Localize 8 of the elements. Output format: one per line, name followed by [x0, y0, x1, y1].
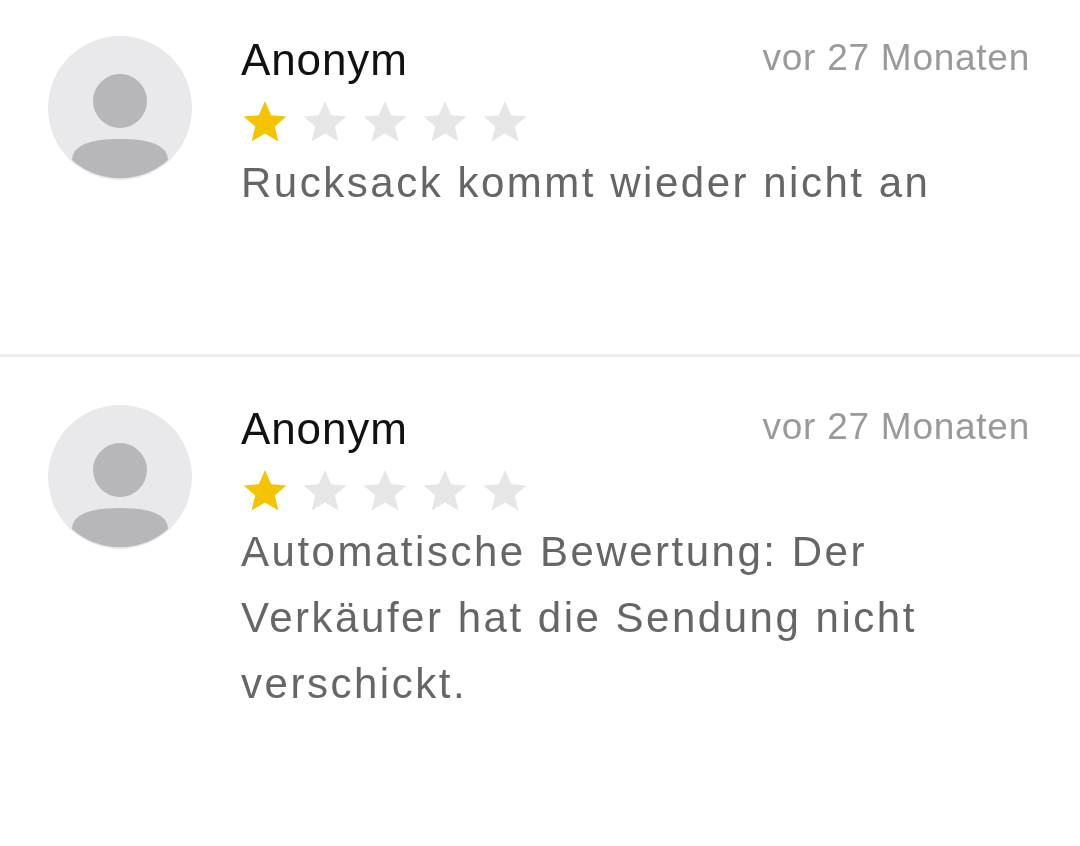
review-date: vor 27 Monaten — [762, 36, 1030, 80]
review-text: Rucksack kommt wieder nicht an — [241, 158, 932, 209]
author-name: Anonym — [241, 36, 408, 85]
avatar-icon — [48, 36, 192, 180]
review-text: Automatische Bewertung: Der Verkäufer hat die Sendung nicht verschickt. — [241, 527, 918, 710]
author-name: Anonym — [241, 405, 408, 454]
avatar-icon — [48, 405, 192, 549]
review-date: vor 27 Monaten — [762, 405, 1030, 449]
